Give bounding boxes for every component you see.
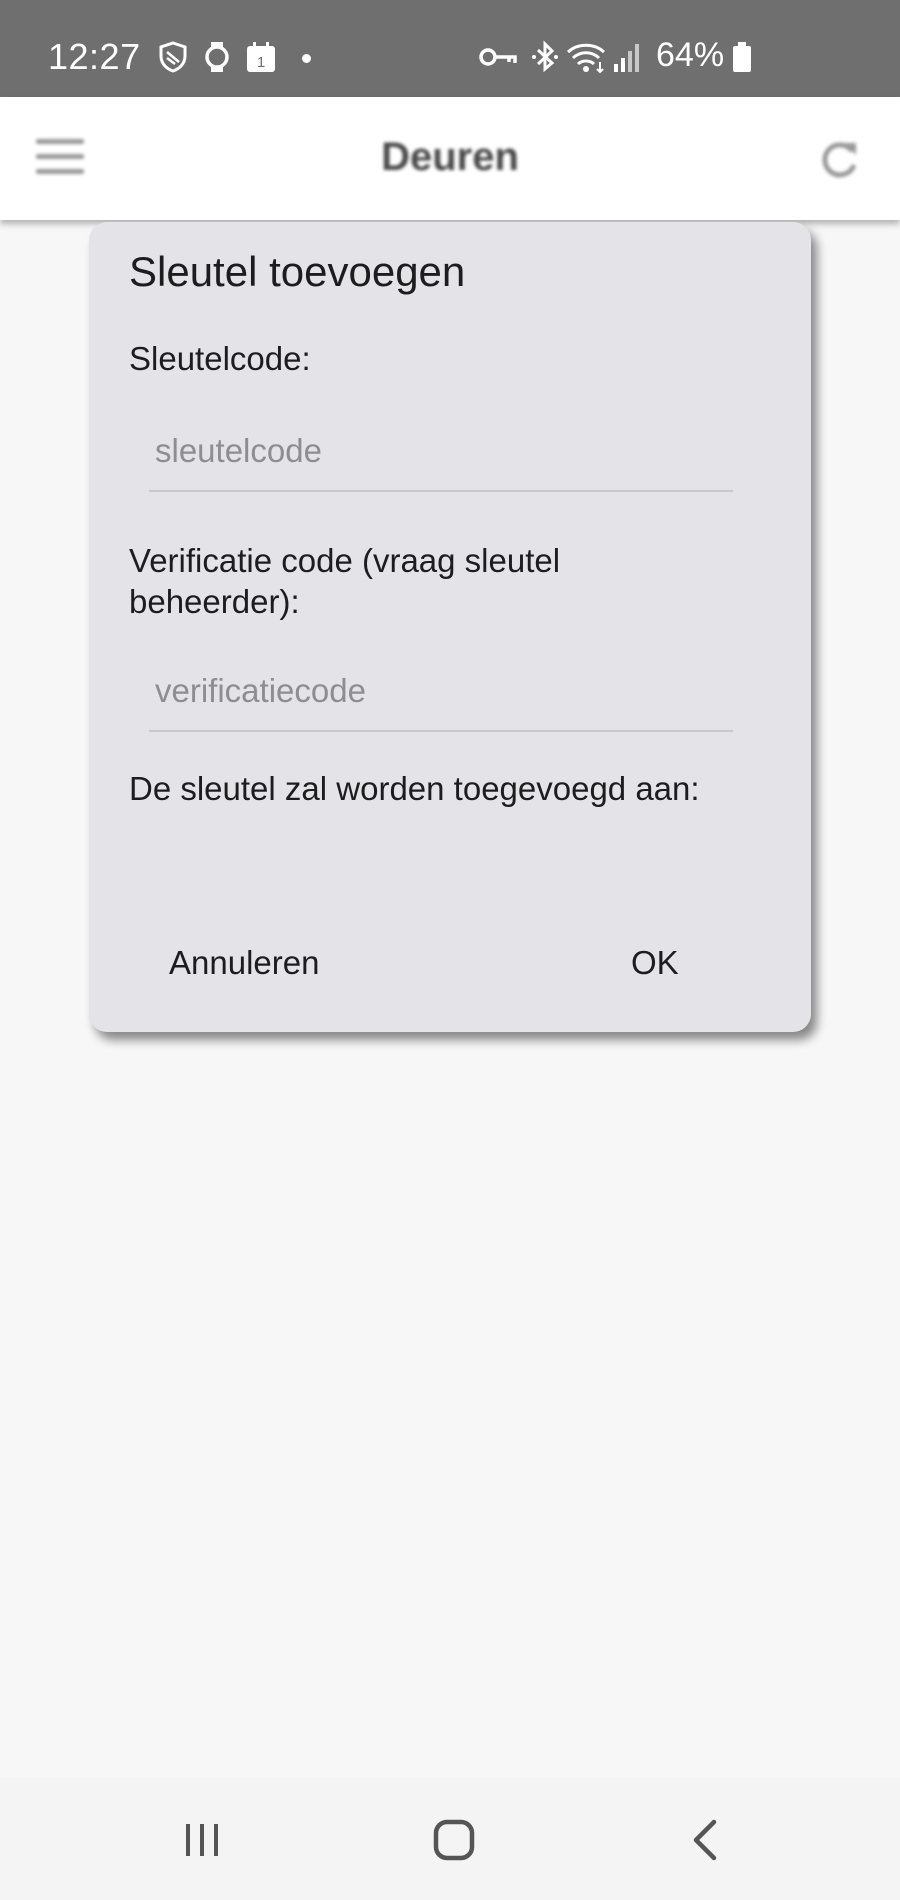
recents-icon[interactable] xyxy=(172,1810,232,1870)
key-code-input[interactable] xyxy=(149,412,733,492)
home-icon[interactable] xyxy=(424,1810,484,1870)
bluetooth-icon xyxy=(532,40,558,73)
page-title: Deuren xyxy=(381,135,519,179)
key-code-label: Sleutelcode: xyxy=(129,340,311,377)
ok-button[interactable]: OK xyxy=(615,934,695,992)
refresh-icon[interactable] xyxy=(816,137,862,183)
verification-code-input[interactable] xyxy=(149,652,733,732)
shield-icon xyxy=(159,41,187,73)
status-time: 12:27 xyxy=(48,36,141,77)
wifi-icon xyxy=(566,43,606,74)
watch-icon xyxy=(205,42,229,72)
status-bar: 12:27 1 64% xyxy=(0,0,900,97)
verification-code-label: Verificatie code (vraag sleutel beheerde… xyxy=(129,542,561,620)
add-key-dialog: Sleutel toevoegen Sleutelcode: Verificat… xyxy=(89,222,811,1032)
cancel-button[interactable]: Annuleren xyxy=(153,934,335,992)
navigation-bar xyxy=(0,1778,900,1900)
battery-percentage: 64% xyxy=(656,36,725,74)
back-icon[interactable] xyxy=(676,1810,736,1870)
battery-icon xyxy=(733,42,751,72)
calendar-day: 1 xyxy=(257,54,265,71)
calendar-icon: 1 xyxy=(247,42,275,72)
vpn-key-icon xyxy=(479,48,517,66)
key-added-to-label: De sleutel zal worden toegevoegd aan: xyxy=(129,770,700,807)
signal-icon xyxy=(614,44,639,72)
notification-dot xyxy=(302,54,311,63)
app-bar: Deuren xyxy=(0,97,900,220)
dialog-title: Sleutel toevoegen xyxy=(129,248,466,295)
